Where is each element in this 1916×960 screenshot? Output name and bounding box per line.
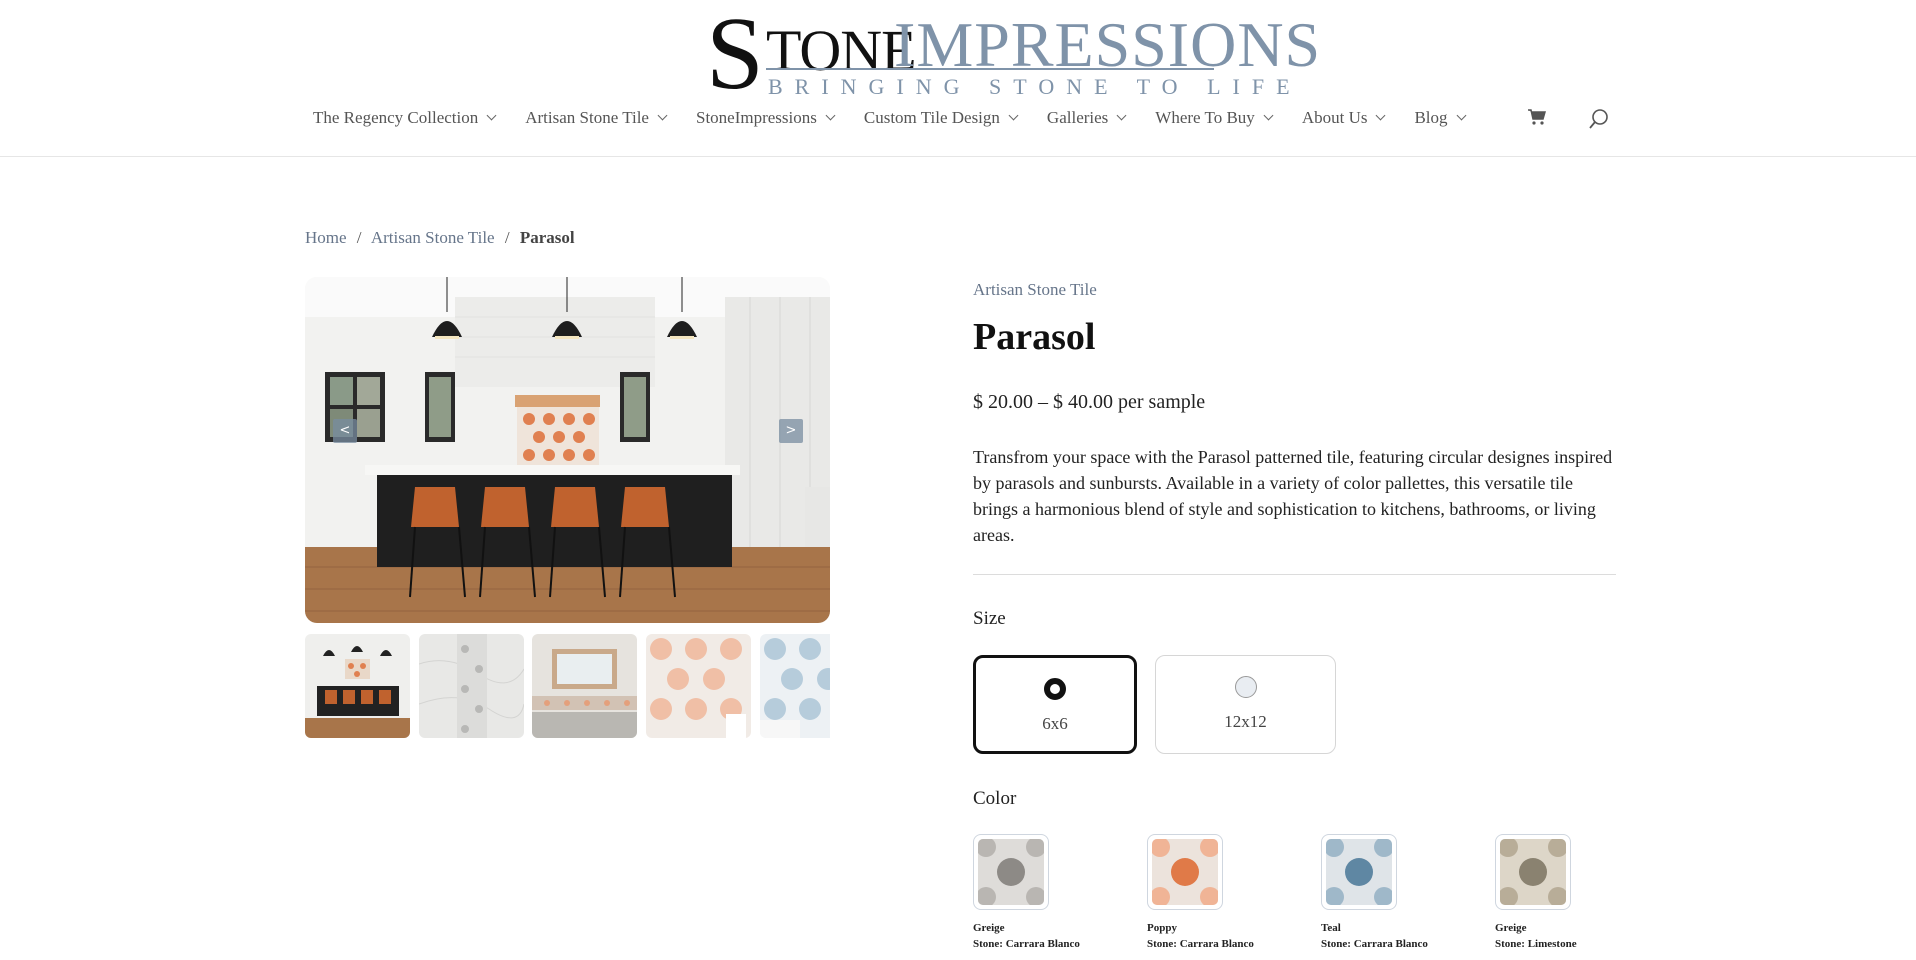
nav-item-custom-tile-design[interactable]: Custom Tile Design (863, 108, 1019, 128)
cart-icon[interactable] (1527, 108, 1547, 126)
nav-item-stoneimpressions[interactable]: StoneImpressions (695, 108, 836, 128)
product-description: Transfrom your space with the Parasol pa… (973, 447, 1613, 545)
size-option-label: 12x12 (1224, 712, 1267, 731)
color-name: Teal (1321, 922, 1341, 934)
thumbnail[interactable] (760, 634, 830, 738)
radio-selected-icon (1044, 678, 1066, 700)
color-swatch-teal-carrara[interactable] (1321, 834, 1397, 910)
breadcrumb-separator: / (356, 228, 362, 247)
size-option-12x12[interactable]: 12x12 (1155, 655, 1336, 754)
nav-item-about-us[interactable]: About Us (1301, 108, 1386, 128)
color-swatch-poppy-carrara[interactable] (1147, 834, 1223, 910)
site-header: S TONE IMPRESSIONS BRINGING STONE TO LIF… (0, 0, 1916, 157)
gallery-next-button[interactable]: > (779, 419, 803, 443)
logo-tagline: BRINGING STONE TO LIFE (768, 74, 1302, 99)
color-name: Greige (1495, 922, 1527, 934)
color-swatch-greige-carrara[interactable] (973, 834, 1049, 910)
size-option-6x6[interactable]: 6x6 (973, 655, 1137, 754)
chevron-down-icon (486, 110, 497, 121)
nav-item-galleries[interactable]: Galleries (1046, 108, 1127, 128)
color-swatch-caption: Poppy Stone: Carrara Blanco (1147, 920, 1254, 952)
nav-item-label: Custom Tile Design (863, 108, 1000, 127)
gallery-prev-button[interactable]: < (333, 419, 357, 443)
radio-unselected-icon (1234, 676, 1257, 698)
chevron-down-icon (1008, 110, 1019, 121)
color-stone: Stone: Carrara Blanco (973, 938, 1080, 950)
chevron-down-icon (825, 110, 836, 121)
color-swatch-caption: Greige Stone: Limestone (1495, 920, 1577, 952)
nav-item-artisan-stone-tile[interactable]: Artisan Stone Tile (525, 108, 668, 128)
nav-item-label: Blog (1414, 108, 1448, 127)
divider (973, 574, 1616, 575)
nav-item-where-to-buy[interactable]: Where To Buy (1155, 108, 1274, 128)
nav-item-label: Artisan Stone Tile (525, 108, 649, 127)
nav-item-regency-collection[interactable]: The Regency Collection (313, 108, 497, 128)
thumbnail[interactable] (305, 634, 410, 738)
breadcrumb-separator: / (504, 228, 510, 247)
product-main-image[interactable] (305, 277, 830, 623)
nav-item-blog[interactable]: Blog (1414, 108, 1466, 128)
color-name: Greige (973, 922, 1005, 934)
chevron-down-icon (1376, 110, 1386, 121)
thumbnail[interactable] (646, 634, 751, 738)
chevron-down-icon (1116, 110, 1127, 121)
nav-item-label: Galleries (1046, 108, 1109, 127)
color-label: Color (973, 788, 1017, 809)
chevron-down-icon (1263, 110, 1274, 121)
logo-letter-s: S (706, 0, 764, 111)
thumbnail[interactable] (532, 634, 637, 738)
chevron-down-icon (657, 110, 668, 121)
nav-item-label: StoneImpressions (695, 108, 817, 127)
color-stone: Stone: Carrara Blanco (1147, 938, 1254, 950)
breadcrumb-category[interactable]: Artisan Stone Tile (371, 228, 495, 247)
product-price: $ 20.00 – $ 40.00 per sample (973, 391, 1206, 413)
site-logo[interactable]: S TONE IMPRESSIONS BRINGING STONE TO LIF… (706, 2, 1320, 106)
breadcrumb-current: Parasol (519, 228, 575, 247)
search-icon[interactable] (1588, 108, 1610, 130)
main-nav: The Regency Collection Artisan Stone Til… (313, 104, 1495, 132)
thumbnail-strip (305, 634, 830, 739)
chevron-down-icon (1456, 110, 1466, 121)
nav-item-label: About Us (1301, 108, 1368, 127)
color-stone: Stone: Limestone (1495, 938, 1577, 950)
logo-rule (766, 68, 1214, 70)
size-label: Size (973, 608, 1006, 629)
breadcrumb-home[interactable]: Home (305, 228, 347, 247)
size-option-label: 6x6 (1042, 714, 1068, 733)
nav-item-label: The Regency Collection (313, 108, 479, 127)
color-name: Poppy (1147, 922, 1177, 934)
breadcrumb: Home / Artisan Stone Tile / Parasol (305, 228, 575, 248)
product-category-link[interactable]: Artisan Stone Tile (973, 280, 1097, 300)
thumbnail[interactable] (419, 634, 524, 738)
nav-item-label: Where To Buy (1155, 108, 1255, 127)
color-swatch-greige-limestone[interactable] (1495, 834, 1571, 910)
color-swatch-caption: Teal Stone: Carrara Blanco (1321, 920, 1428, 952)
color-stone: Stone: Carrara Blanco (1321, 938, 1428, 950)
product-title: Parasol (973, 316, 1096, 358)
color-swatch-caption: Greige Stone: Carrara Blanco (973, 920, 1080, 952)
